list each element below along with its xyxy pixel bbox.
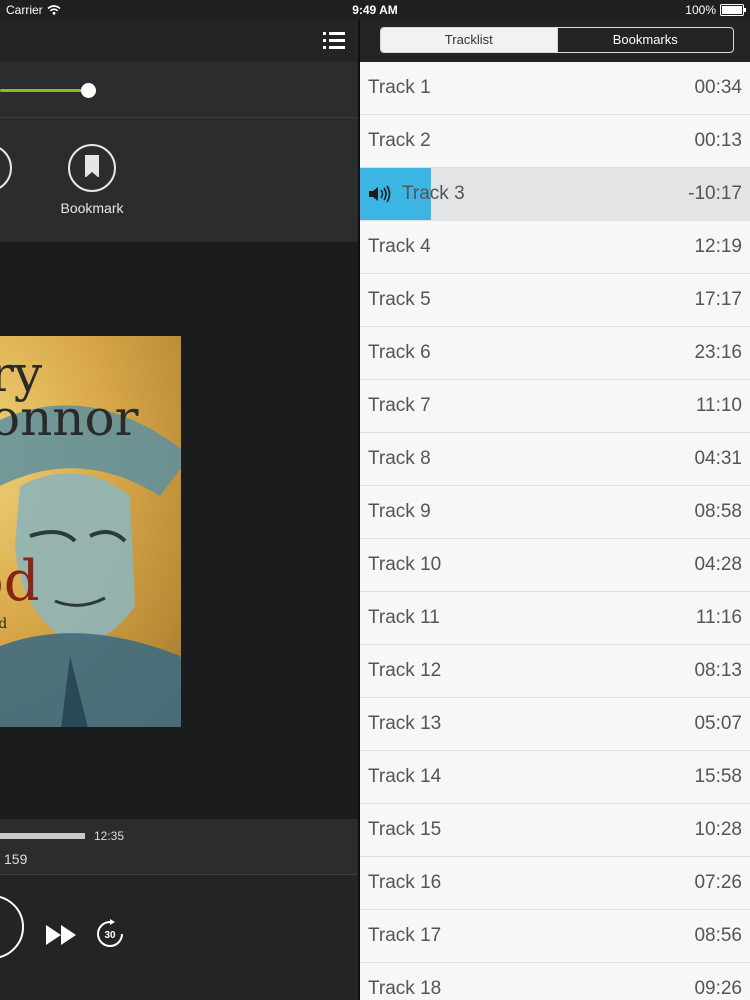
- track-row[interactable]: Track 9 08:58: [360, 486, 750, 539]
- segmented-control: Tracklist Bookmarks: [380, 27, 734, 53]
- status-time: 9:49 AM: [352, 3, 398, 17]
- battery-percent: 100%: [685, 3, 716, 17]
- track-row[interactable]: Track 18 09:26: [360, 963, 750, 1000]
- track-duration: 12:19: [694, 236, 742, 257]
- track-name: Track 11: [368, 607, 440, 628]
- track-row[interactable]: Track 13 05:07: [360, 698, 750, 751]
- track-duration: 17:17: [694, 289, 742, 310]
- track-name: Track 15: [368, 819, 442, 840]
- track-row[interactable]: Track 10 04:28: [360, 539, 750, 592]
- track-duration: 08:56: [694, 925, 742, 946]
- chapter-progress-bar[interactable]: [0, 833, 85, 839]
- timer-icon: [0, 144, 12, 192]
- track-duration: 23:16: [694, 342, 742, 363]
- track-duration: -10:17: [688, 183, 742, 204]
- track-row[interactable]: Track 7 11:10: [360, 380, 750, 433]
- track-row[interactable]: Track 14 15:58: [360, 751, 750, 804]
- track-row[interactable]: Track 12 08:13: [360, 645, 750, 698]
- playback-controls: 30: [0, 875, 359, 1000]
- player-actions: mer Bookmark: [0, 118, 359, 242]
- track-name: Track 1: [368, 77, 431, 98]
- track-duration: 08:58: [694, 501, 742, 522]
- battery-icon: [720, 4, 746, 16]
- list-menu-icon[interactable]: [323, 30, 345, 52]
- progress-knob[interactable]: [81, 83, 96, 98]
- skip-interval-label: 30: [104, 930, 116, 941]
- track-duration: 11:16: [695, 607, 742, 628]
- battery-info: 100%: [685, 3, 746, 17]
- player-toolbar: [0, 20, 359, 62]
- track-duration: 05:07: [694, 713, 742, 734]
- track-duration: 07:26: [694, 872, 742, 893]
- track-name: Track 10: [368, 554, 442, 575]
- play-pause-button[interactable]: [0, 895, 24, 959]
- bookmark-label: Bookmark: [60, 200, 124, 216]
- track-name: Track 18: [368, 978, 442, 999]
- track-row[interactable]: Track 15 10:28: [360, 804, 750, 857]
- track-row[interactable]: Track 16 07:26: [360, 857, 750, 910]
- track-name: Track 17: [368, 925, 442, 946]
- tab-bookmarks[interactable]: Bookmarks: [556, 28, 734, 52]
- cover-title-text: od: [0, 549, 40, 614]
- time-info: 12:35 159: [0, 819, 359, 875]
- track-duration: 10:28: [694, 819, 742, 840]
- track-name: Track 14: [368, 766, 442, 787]
- track-name: Track 5: [368, 289, 431, 310]
- end-time: 12:35: [94, 829, 125, 843]
- track-row[interactable]: Track 2 00:13: [360, 115, 750, 168]
- track-duration: 04:28: [694, 554, 742, 575]
- track-duration: 08:13: [694, 660, 742, 681]
- track-name: Track 13: [368, 713, 442, 734]
- track-duration: 15:58: [694, 766, 742, 787]
- timer-label: mer: [0, 200, 38, 216]
- track-row[interactable]: Track 6 23:16: [360, 327, 750, 380]
- track-name: Track 16: [368, 872, 442, 893]
- track-name: Track 2: [368, 130, 431, 151]
- cover-subtitle-text: dged: [0, 616, 8, 632]
- track-duration: 11:10: [695, 395, 742, 416]
- track-name: Track 12: [368, 660, 442, 681]
- tab-bar: Tracklist Bookmarks: [360, 20, 750, 62]
- progress-fill: [0, 89, 88, 92]
- track-list: Track 1 00:34 Track 2 00:13 Track 3 -10:17 Tra…: [360, 62, 750, 1000]
- track-duration: 09:26: [694, 978, 742, 999]
- cover-art-area: ry onnor od dged: [0, 242, 359, 819]
- track-row[interactable]: Track 5 17:17: [360, 274, 750, 327]
- track-duration: 04:31: [694, 448, 742, 469]
- remaining-time: 159: [4, 851, 28, 867]
- speaker-icon: [369, 185, 391, 203]
- cover-author-text: ry onnor: [0, 345, 139, 447]
- tab-tracklist[interactable]: Tracklist: [381, 28, 557, 52]
- track-row[interactable]: Track 11 11:16: [360, 592, 750, 645]
- track-name: Track 4: [368, 236, 431, 257]
- track-name: Track 7: [368, 395, 431, 416]
- track-name: Track 6: [368, 342, 431, 363]
- track-row[interactable]: Track 17 08:56: [360, 910, 750, 963]
- sleep-timer-button[interactable]: mer: [0, 144, 38, 216]
- tracklist-panel: Tracklist Bookmarks Track 1 00:34 Track 2 0…: [360, 20, 750, 1000]
- player-panel: mer Bookmark ry onnor od dged: [0, 20, 359, 1000]
- status-bar: Carrier 9:49 AM 100%: [0, 0, 750, 20]
- track-row[interactable]: Track 8 04:31: [360, 433, 750, 486]
- bookmark-button[interactable]: Bookmark: [42, 144, 142, 216]
- cover-art: ry onnor od dged: [0, 336, 181, 727]
- track-name: Track 8: [368, 448, 431, 469]
- track-duration: 00:34: [694, 77, 742, 98]
- bookmark-icon: [68, 144, 116, 192]
- track-row-current[interactable]: Track 3 -10:17: [360, 168, 750, 221]
- progress-slider[interactable]: [0, 83, 359, 98]
- track-name: Track 3: [402, 183, 465, 204]
- playback-progress: [0, 62, 359, 118]
- track-row[interactable]: Track 1 00:34: [360, 62, 750, 115]
- track-name: Track 9: [368, 501, 431, 522]
- track-row[interactable]: Track 4 12:19: [360, 221, 750, 274]
- track-duration: 00:13: [694, 130, 742, 151]
- fast-forward-icon[interactable]: [46, 925, 78, 945]
